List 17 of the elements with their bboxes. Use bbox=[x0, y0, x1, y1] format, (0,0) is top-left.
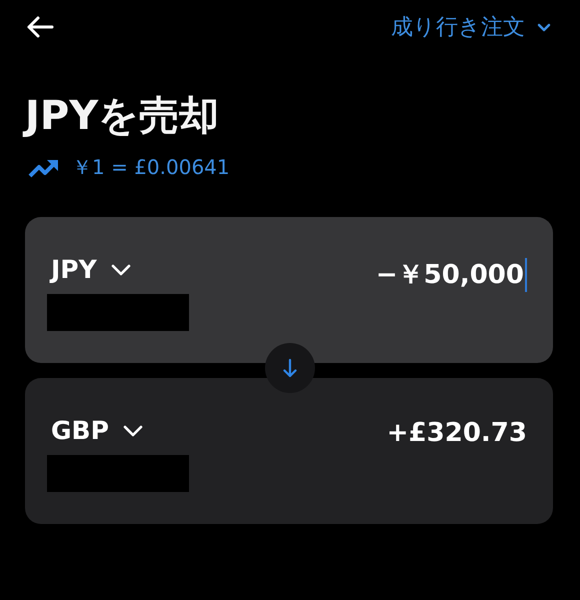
exchange-rate: ￥1 = £0.00641 bbox=[72, 154, 230, 181]
text-cursor bbox=[525, 258, 527, 292]
chevron-down-icon bbox=[122, 424, 143, 436]
currency-card[interactable]: GBP +£320.73 bbox=[25, 378, 553, 524]
chevron-down-icon bbox=[110, 264, 131, 276]
trending-up-icon bbox=[28, 158, 60, 178]
back-button[interactable] bbox=[25, 15, 55, 39]
arrow-down-icon bbox=[283, 358, 297, 378]
amount-field[interactable]: −￥50,000 bbox=[376, 257, 524, 292]
order-type-dropdown[interactable]: 成り行き注文 bbox=[391, 12, 555, 42]
back-arrow-icon bbox=[25, 15, 55, 39]
amount-field[interactable]: +£320.73 bbox=[386, 418, 527, 448]
currency-selector[interactable]: GBP bbox=[47, 416, 189, 445]
currency-card[interactable]: JPY −￥50,000 bbox=[25, 217, 553, 363]
page-title: JPYを売却 bbox=[25, 92, 555, 140]
chevron-down-icon bbox=[537, 22, 551, 32]
currency-selector[interactable]: JPY bbox=[47, 255, 189, 284]
